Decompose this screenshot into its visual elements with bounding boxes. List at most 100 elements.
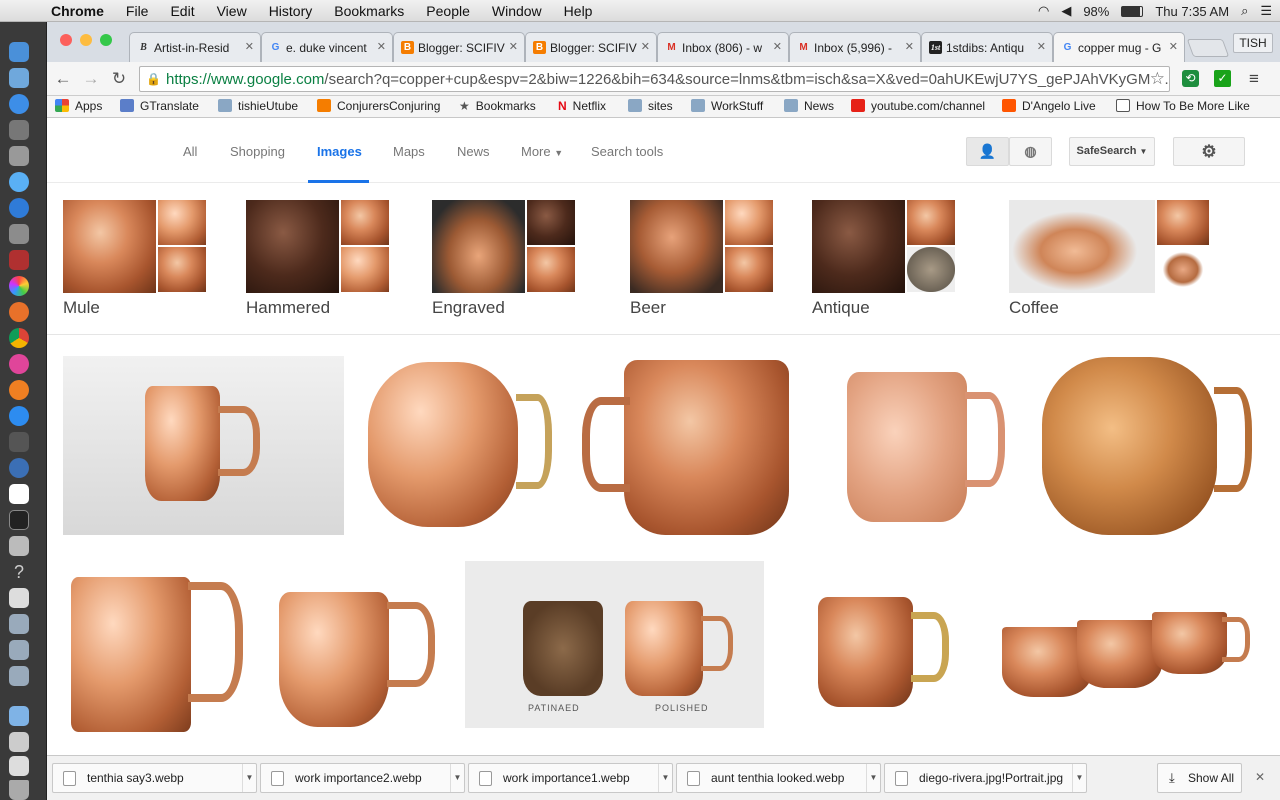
tab-artist-in-residence[interactable]: B Artist-in-Resid ✕ [129,32,261,62]
menu-history[interactable]: History [258,3,324,19]
bookmark-netflix[interactable]: N Netflix [558,99,606,113]
image-result[interactable] [574,352,815,539]
close-tab-icon[interactable]: ✕ [245,40,254,53]
tab-images[interactable]: Images [317,144,362,159]
caret-down-icon[interactable]: ▼ [658,764,672,792]
printer-icon[interactable] [9,588,29,608]
bookmark-news[interactable]: News [784,99,834,113]
menu-file[interactable]: File [115,3,160,19]
wifi-icon[interactable]: ◠ [1038,3,1049,19]
bookmark-apps[interactable]: Apps [55,99,102,113]
extension-refresh-icon[interactable]: ⟲ [1182,70,1199,87]
spotlight-icon[interactable]: ⌕ [1241,3,1248,19]
volume-icon[interactable]: ◀ [1061,3,1071,19]
show-all-downloads-button[interactable]: ⤓ Show All [1157,763,1242,793]
tab-1stdibs[interactable]: 1st 1stdibs: Antiqu ✕ [921,32,1053,62]
caret-down-icon[interactable]: ▼ [1072,764,1086,792]
image-result[interactable] [982,552,1257,737]
system-preferences-icon[interactable] [9,224,29,244]
download-item[interactable]: work importance2.webp ▼ [260,763,465,793]
applications-folder-icon[interactable] [9,706,29,726]
bookmark-workstuff[interactable]: WorkStuff [691,99,763,113]
safari-icon[interactable] [9,406,29,426]
document-icon[interactable] [9,666,29,686]
bookmark-gtranslate[interactable]: GTranslate [120,99,199,113]
public-results-button[interactable]: ◍ [1009,137,1052,166]
tab-more[interactable]: More ▼ [521,144,563,159]
menu-help[interactable]: Help [553,3,604,19]
menu-edit[interactable]: Edit [159,3,205,19]
bookmark-bookmarks[interactable]: ★ Bookmarks [459,99,536,113]
close-tab-icon[interactable]: ✕ [509,40,518,53]
profile-button[interactable]: TISH [1233,33,1273,53]
dvd-player-icon[interactable] [9,432,29,452]
tab-shopping[interactable]: Shopping [230,144,285,159]
clock[interactable]: Thu 7:35 AM [1155,4,1229,19]
firefox-icon[interactable] [9,302,29,322]
safari-compass-icon[interactable] [9,198,29,218]
extension-check-icon[interactable]: ✓ [1214,70,1231,87]
image-result[interactable] [63,356,344,535]
tab-blogger-1[interactable]: B Blogger: SCIFIV ✕ [393,32,525,62]
bookmark-conjurersconjuring[interactable]: ConjurersConjuring [317,99,440,113]
bookmark-how-to[interactable]: How To Be More Like [1116,99,1250,113]
calendar-icon[interactable] [9,484,29,504]
download-item[interactable]: aunt tenthia looked.webp ▼ [676,763,881,793]
tab-duke-vincent[interactable]: G e. duke vincent ✕ [261,32,393,62]
close-tab-icon[interactable]: ✕ [641,40,650,53]
tools-icon[interactable] [9,120,29,140]
forward-button[interactable]: → [80,68,102,90]
pen-icon[interactable] [9,146,29,166]
stack-icon[interactable] [9,732,29,752]
caret-down-icon[interactable]: ▼ [450,764,464,792]
tab-news[interactable]: News [457,144,490,159]
caret-down-icon[interactable]: ▼ [866,764,880,792]
download-item[interactable]: tenthia say3.webp ▼ [52,763,257,793]
new-tab-button[interactable] [1186,39,1230,57]
bookmark-youtube-channel[interactable]: youtube.com/channel [851,99,985,113]
trash-icon[interactable] [9,780,29,800]
image-result[interactable] [259,552,453,737]
time-machine-icon[interactable] [9,458,29,478]
battery-percent[interactable]: 98% [1083,4,1109,19]
photos-icon[interactable] [9,276,29,296]
preview-icon[interactable] [9,68,29,88]
tab-copper-mug[interactable]: G copper mug - G ✕ [1053,32,1185,63]
menu-view[interactable]: View [206,3,258,19]
tab-inbox-806[interactable]: M Inbox (806) - w ✕ [657,32,789,62]
zoom-window-button[interactable] [100,34,112,46]
tab-all[interactable]: All [183,144,197,159]
image-result[interactable] [63,552,247,737]
bookmark-tishieutube[interactable]: tishieUtube [218,99,298,113]
document-icon[interactable] [9,640,29,660]
image-result[interactable] [776,552,970,737]
close-tab-icon[interactable]: ✕ [377,40,386,53]
chrome-menu-icon[interactable]: ≡ [1249,69,1259,89]
finder-icon[interactable] [9,42,29,62]
app-store-icon[interactable] [9,94,29,114]
close-tab-icon[interactable]: ✕ [773,40,782,53]
menu-people[interactable]: People [415,3,481,19]
tab-inbox-5996[interactable]: M Inbox (5,996) - ✕ [789,32,921,62]
image-result[interactable] [827,352,1020,539]
ibooks-icon[interactable] [9,380,29,400]
address-bar[interactable]: 🔒 https://www.google.com/search?q=copper… [139,66,1170,92]
chrome-icon[interactable] [9,328,29,348]
grid-icon[interactable] [9,536,29,556]
download-item[interactable]: work importance1.webp ▼ [468,763,673,793]
close-window-button[interactable] [60,34,72,46]
close-downloads-bar-icon[interactable]: ✕ [1255,770,1265,784]
bookmark-dangelo-live[interactable]: D'Angelo Live [1002,99,1096,113]
photo-booth-icon[interactable] [9,250,29,270]
private-results-button[interactable]: 👤 [966,137,1009,166]
download-item[interactable]: diego-rivera.jpg!Portrait.jpg ▼ [884,763,1087,793]
document-icon[interactable] [9,614,29,634]
tab-maps[interactable]: Maps [393,144,425,159]
close-tab-icon[interactable]: ✕ [1037,40,1046,53]
notification-icon[interactable]: ☰ [1260,3,1272,19]
minimize-window-button[interactable] [80,34,92,46]
help-icon[interactable]: ? [9,562,29,582]
menu-chrome[interactable]: Chrome [40,3,115,19]
itunes-icon[interactable] [9,354,29,374]
close-tab-icon[interactable]: ✕ [1169,40,1178,53]
